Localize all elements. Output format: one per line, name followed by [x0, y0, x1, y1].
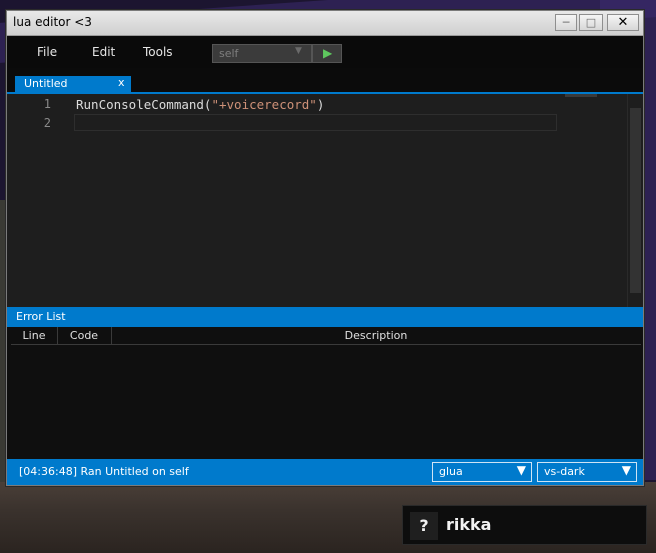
window-title: lua editor <3	[13, 15, 92, 29]
menu-file[interactable]: File	[37, 45, 57, 59]
chevron-down-icon: ▼	[516, 463, 526, 477]
scrollbar-thumb[interactable]	[630, 108, 641, 293]
menu-bar: File Edit Tools self ▼ ▶	[7, 36, 643, 68]
run-target-select[interactable]: self ▼	[212, 44, 312, 63]
column-header-line[interactable]: Line	[11, 329, 57, 342]
minimize-icon: ─	[562, 16, 570, 29]
error-list-header: Error List	[7, 307, 643, 327]
tab-close-icon[interactable]: x	[118, 76, 125, 89]
code-punctuation: )	[316, 97, 325, 112]
theme-select[interactable]: vs-dark ▼	[537, 462, 637, 482]
line-number: 2	[43, 116, 51, 130]
lua-editor-window: lua editor <3 ─ □ ✕ File Edit Tools self…	[6, 10, 644, 486]
maximize-icon: □	[585, 16, 597, 29]
column-header-description[interactable]: Description	[111, 329, 641, 342]
maximize-button[interactable]: □	[579, 14, 603, 31]
language-select[interactable]: glua ▼	[432, 462, 532, 482]
error-list-title: Error List	[16, 310, 66, 323]
avatar-placeholder-icon: ?	[410, 512, 438, 540]
tab-label: Untitled	[24, 77, 68, 90]
vertical-scrollbar[interactable]	[627, 94, 643, 307]
minimize-button[interactable]: ─	[555, 14, 577, 31]
code-editor[interactable]: 1 2 RunConsoleCommand("+voicerecord")	[7, 94, 643, 307]
theme-value: vs-dark	[544, 465, 585, 478]
code-line[interactable]: RunConsoleCommand("+voicerecord")	[76, 97, 324, 112]
code-string: "+voicerecord"	[211, 97, 317, 112]
status-message: [04:36:48] Ran Untitled on self	[19, 465, 189, 478]
status-bar: [04:36:48] Ran Untitled on self glua ▼ v…	[7, 459, 643, 485]
run-target-value: self	[219, 47, 239, 60]
tab-bar: Untitled x	[7, 68, 643, 92]
run-button[interactable]: ▶	[312, 44, 342, 63]
menu-edit[interactable]: Edit	[92, 45, 115, 59]
play-icon: ▶	[323, 46, 333, 60]
voice-speaker-name: rikka	[446, 515, 492, 534]
title-bar[interactable]: lua editor <3 ─ □ ✕	[7, 11, 643, 36]
error-table-header: Line Code Description	[11, 327, 641, 345]
tab-untitled[interactable]: Untitled x	[15, 76, 131, 92]
close-button[interactable]: ✕	[607, 14, 639, 31]
error-list-body	[11, 345, 641, 459]
menu-tools[interactable]: Tools	[143, 45, 173, 59]
column-header-code[interactable]: Code	[57, 329, 111, 342]
chevron-down-icon: ▼	[295, 46, 302, 56]
minimap[interactable]	[565, 94, 597, 97]
voice-chat-indicator: ? rikka	[402, 505, 647, 545]
current-line-highlight	[74, 114, 557, 131]
code-function: RunConsoleCommand(	[76, 97, 212, 112]
chevron-down-icon: ▼	[621, 463, 631, 477]
language-value: glua	[439, 465, 463, 478]
line-number: 1	[43, 97, 51, 111]
close-icon: ✕	[617, 15, 629, 30]
